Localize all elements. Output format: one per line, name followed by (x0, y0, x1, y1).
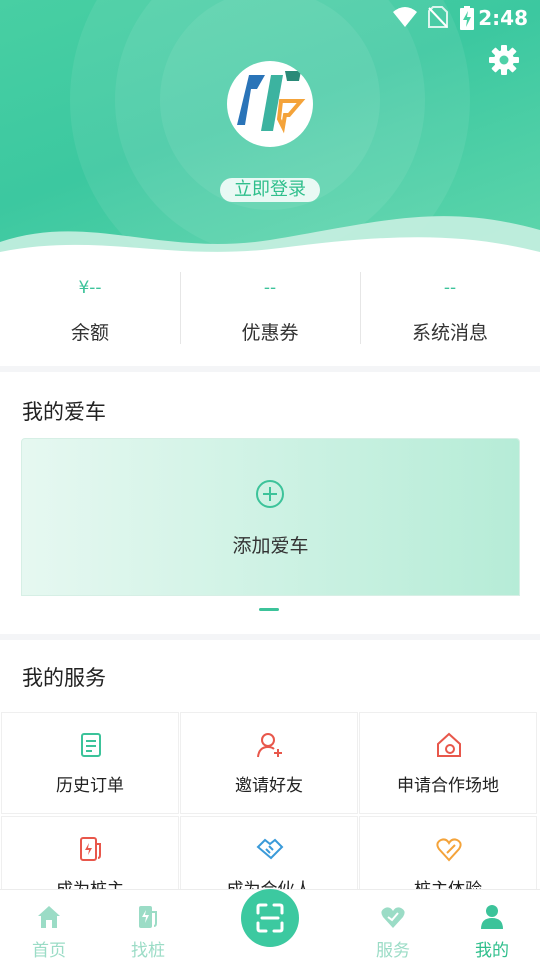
user-icon (481, 905, 503, 929)
service-apply-site[interactable]: 申请合作场地 (359, 712, 537, 814)
profile-header: 2:48 立即登录 (0, 0, 540, 262)
service-invite-friends[interactable]: 邀请好友 (180, 712, 358, 814)
status-bar: 2:48 (0, 0, 540, 36)
service-label: 成为桩主 (56, 880, 124, 890)
nav-label: 首页 (32, 941, 66, 960)
services-grid: 历史订单 邀请好友 申请合作场地 成为桩主 成为合伙人 桩主体验 (0, 712, 540, 890)
no-sim-icon (428, 6, 448, 28)
header-wave (0, 216, 540, 262)
status-time: 2:48 (478, 6, 528, 30)
service-owner-experience[interactable]: 桩主体验 (359, 816, 537, 890)
gear-icon[interactable] (488, 44, 520, 76)
charging-station-icon (139, 906, 157, 928)
charger-icon (80, 837, 101, 861)
service-become-owner[interactable]: 成为桩主 (1, 816, 179, 890)
stat-value: ¥-- (78, 278, 102, 298)
nav-mine[interactable]: 我的 (452, 890, 532, 960)
service-label: 历史订单 (56, 776, 124, 796)
service-label: 成为合伙人 (226, 880, 312, 890)
section-title: 我的服务 (22, 666, 106, 690)
stat-balance[interactable]: ¥-- 余额 (0, 262, 180, 366)
home-location-icon (437, 732, 461, 757)
stat-label: 系统消息 (411, 322, 488, 344)
avatar[interactable] (227, 61, 313, 147)
service-order-history[interactable]: 历史订单 (1, 712, 179, 814)
nav-label: 服务 (376, 941, 410, 960)
stat-coupons[interactable]: -- 优惠券 (180, 262, 360, 366)
add-car-card[interactable]: 添加爱车 (21, 438, 520, 596)
stat-value: -- (263, 278, 277, 298)
stat-label: 余额 (70, 322, 109, 344)
stat-value: -- (443, 278, 457, 298)
nav-label: 我的 (475, 941, 509, 960)
account-stats: ¥-- 余额 -- 优惠券 -- 系统消息 (0, 262, 540, 366)
handshake-icon (256, 838, 284, 860)
scan-icon (256, 903, 284, 933)
app-logo-icon (237, 71, 306, 134)
nav-services[interactable]: 服务 (353, 890, 433, 960)
my-car-section: 我的爱车 添加爱车 (0, 372, 540, 634)
add-user-icon (257, 733, 282, 758)
carousel-indicator (259, 608, 279, 611)
service-label: 邀请好友 (235, 776, 303, 796)
service-label: 申请合作场地 (397, 776, 499, 796)
service-label: 桩主体验 (414, 880, 482, 890)
nav-find-charger[interactable]: 找桩 (108, 890, 188, 960)
add-car-label: 添加爱车 (232, 535, 309, 557)
service-become-partner[interactable]: 成为合伙人 (180, 816, 358, 890)
my-services-section: 我的服务 历史订单 邀请好友 申请合作场地 成为桩主 成为合伙人 桩主体验 (0, 640, 540, 890)
login-button[interactable]: 立即登录 (220, 178, 320, 202)
heart-icon (381, 907, 405, 928)
wifi-icon (393, 7, 417, 27)
nav-label: 找桩 (131, 941, 165, 960)
stat-messages[interactable]: -- 系统消息 (360, 262, 540, 366)
home-icon (38, 906, 60, 928)
nav-home[interactable]: 首页 (9, 890, 89, 960)
battery-charging-icon (460, 6, 474, 30)
section-title: 我的爱车 (22, 400, 106, 424)
stat-label: 优惠券 (241, 322, 299, 344)
scan-button[interactable] (241, 889, 299, 947)
add-circle-icon (256, 480, 284, 508)
heart-pen-icon (436, 838, 462, 862)
document-icon (81, 733, 101, 757)
